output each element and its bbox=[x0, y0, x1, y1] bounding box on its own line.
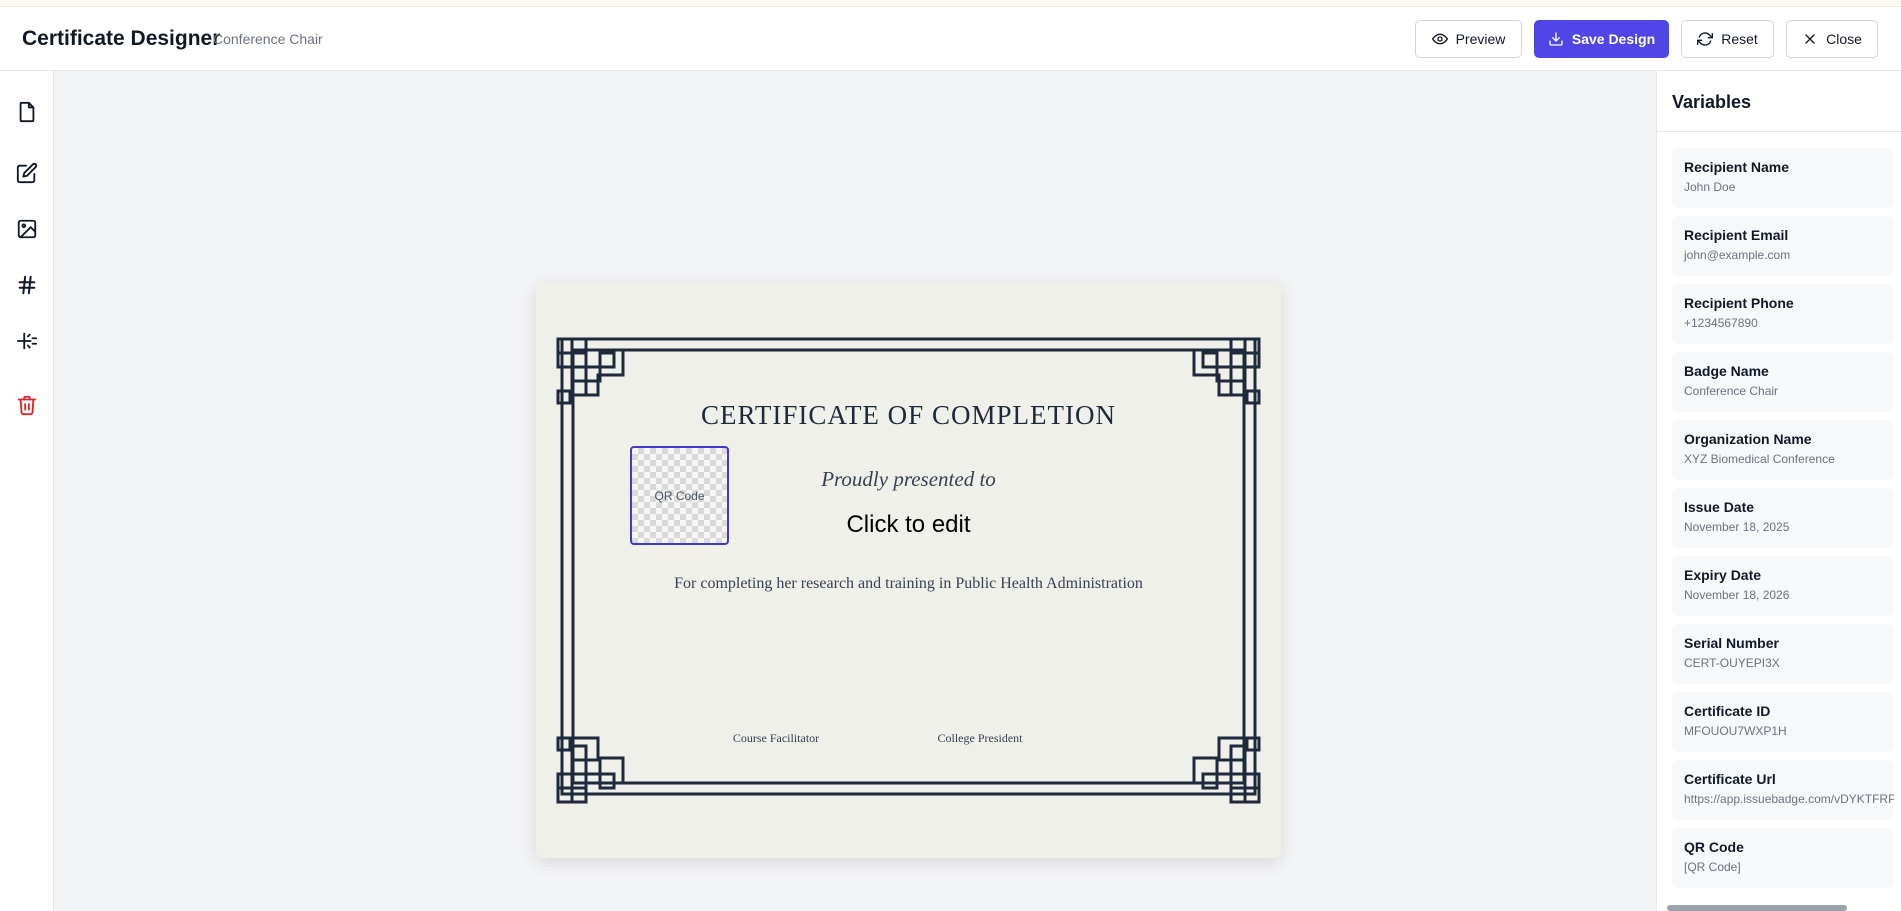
design-subtitle: Conference Chair bbox=[213, 31, 323, 47]
trash-icon bbox=[17, 395, 37, 416]
variable-item[interactable]: Expiry Date November 18, 2026 bbox=[1672, 556, 1894, 616]
refresh-icon bbox=[1697, 32, 1714, 46]
variable-name: Expiry Date bbox=[1684, 567, 1762, 583]
close-icon bbox=[1805, 34, 1815, 44]
variable-item[interactable]: QR Code [QR Code] bbox=[1672, 828, 1894, 888]
variable-value: https://app.issuebadge.com/vDYKTFRPDT bbox=[1684, 792, 1894, 806]
sparkle-icon bbox=[16, 332, 38, 350]
tool-image-button[interactable] bbox=[9, 211, 45, 247]
signature-label-left[interactable]: Course Facilitator bbox=[706, 731, 846, 746]
variable-value: +1234567890 bbox=[1684, 316, 1758, 330]
variable-item[interactable]: Badge Name Conference Chair bbox=[1672, 352, 1894, 412]
qr-code-label: QR Code bbox=[654, 488, 705, 503]
variable-item[interactable]: Certificate Url https://app.issuebadge.co… bbox=[1672, 760, 1894, 820]
variable-name: Recipient Phone bbox=[1684, 295, 1794, 311]
variable-value: November 18, 2026 bbox=[1684, 588, 1790, 602]
tool-effects-button[interactable] bbox=[9, 323, 45, 359]
variable-value: John Doe bbox=[1684, 180, 1736, 194]
corner-ornament-bottom-left bbox=[556, 736, 625, 804]
variables-title: Variables bbox=[1672, 92, 1752, 112]
recipient-name-field[interactable]: Click to edit bbox=[736, 511, 1081, 539]
variable-name: Serial Number bbox=[1684, 635, 1779, 651]
qr-code-element[interactable]: QR Code bbox=[630, 446, 729, 545]
tool-sidebar bbox=[0, 71, 54, 911]
variable-item[interactable]: Certificate ID MFOUOU7WXP1H bbox=[1672, 692, 1894, 752]
save-design-label: Save Design bbox=[1571, 31, 1656, 47]
save-icon bbox=[1549, 32, 1563, 46]
reset-label: Reset bbox=[1721, 31, 1758, 47]
variable-item[interactable]: Organization Name XYZ Biomedical Conferen… bbox=[1672, 420, 1894, 480]
variables-panel: Variables Recipient Name John Doe Recipien… bbox=[1656, 71, 1901, 911]
certificate-border bbox=[556, 337, 1261, 804]
variable-name: Certificate Url bbox=[1684, 771, 1776, 787]
variable-value: [QR Code] bbox=[1684, 860, 1741, 874]
variable-name: Organization Name bbox=[1684, 431, 1812, 447]
variable-value: Conference Chair bbox=[1684, 384, 1779, 398]
tool-variable-button[interactable] bbox=[9, 267, 45, 303]
save-design-button[interactable]: Save Design bbox=[1534, 20, 1669, 58]
variable-value: john@example.com bbox=[1684, 248, 1791, 262]
tool-page-button[interactable] bbox=[9, 94, 45, 130]
variable-name: Recipient Name bbox=[1684, 159, 1790, 175]
corner-ornament-bottom-right bbox=[1192, 736, 1261, 804]
variable-item[interactable]: Recipient Phone +1234567890 bbox=[1672, 284, 1894, 344]
hash-icon bbox=[18, 275, 36, 295]
variable-name: Issue Date bbox=[1684, 499, 1755, 515]
completion-reason-text[interactable]: For completing her research and training… bbox=[536, 575, 1281, 593]
presented-to-text[interactable]: Proudly presented to bbox=[736, 467, 1081, 492]
tool-text-button[interactable] bbox=[9, 155, 45, 191]
reset-button[interactable]: Reset bbox=[1681, 20, 1774, 58]
page-icon bbox=[19, 101, 35, 123]
close-label: Close bbox=[1826, 31, 1862, 47]
eye-icon bbox=[1431, 33, 1448, 45]
variable-value: XYZ Biomedical Conference bbox=[1684, 452, 1835, 466]
panel-divider bbox=[1657, 131, 1901, 132]
top-accent-bar bbox=[0, 0, 1901, 7]
variable-item[interactable]: Recipient Name John Doe bbox=[1672, 148, 1894, 208]
preview-button[interactable]: Preview bbox=[1415, 20, 1522, 58]
close-button[interactable]: Close bbox=[1786, 20, 1878, 58]
variable-value: CERT-OUYEPI3X bbox=[1684, 656, 1780, 670]
variable-item[interactable]: Issue Date November 18, 2025 bbox=[1672, 488, 1894, 548]
certificate-page[interactable]: CERTIFICATE OF COMPLETION QR Code Proudl… bbox=[536, 283, 1281, 858]
design-canvas[interactable]: CERTIFICATE OF COMPLETION QR Code Proudl… bbox=[54, 71, 1656, 911]
preview-label: Preview bbox=[1455, 31, 1506, 47]
horizontal-scrollbar[interactable] bbox=[1667, 905, 1847, 911]
variable-name: QR Code bbox=[1684, 839, 1744, 855]
variable-name: Recipient Email bbox=[1684, 227, 1789, 243]
edit-text-icon bbox=[16, 162, 38, 184]
variable-name: Badge Name bbox=[1684, 363, 1769, 379]
variable-name: Certificate ID bbox=[1684, 703, 1771, 719]
app-header: Certificate Designer Conference Chair Pr… bbox=[0, 7, 1901, 71]
variable-value: MFOUOU7WXP1H bbox=[1684, 724, 1787, 738]
variable-value: November 18, 2025 bbox=[1684, 520, 1790, 534]
image-icon bbox=[17, 219, 37, 239]
variable-item[interactable]: Recipient Email john@example.com bbox=[1672, 216, 1894, 276]
signature-label-right[interactable]: College President bbox=[910, 731, 1050, 746]
certificate-title[interactable]: CERTIFICATE OF COMPLETION bbox=[536, 400, 1281, 431]
variable-item[interactable]: Serial Number CERT-OUYEPI3X bbox=[1672, 624, 1894, 684]
app-title: Certificate Designer bbox=[22, 27, 221, 50]
tool-delete-button[interactable] bbox=[9, 387, 45, 423]
